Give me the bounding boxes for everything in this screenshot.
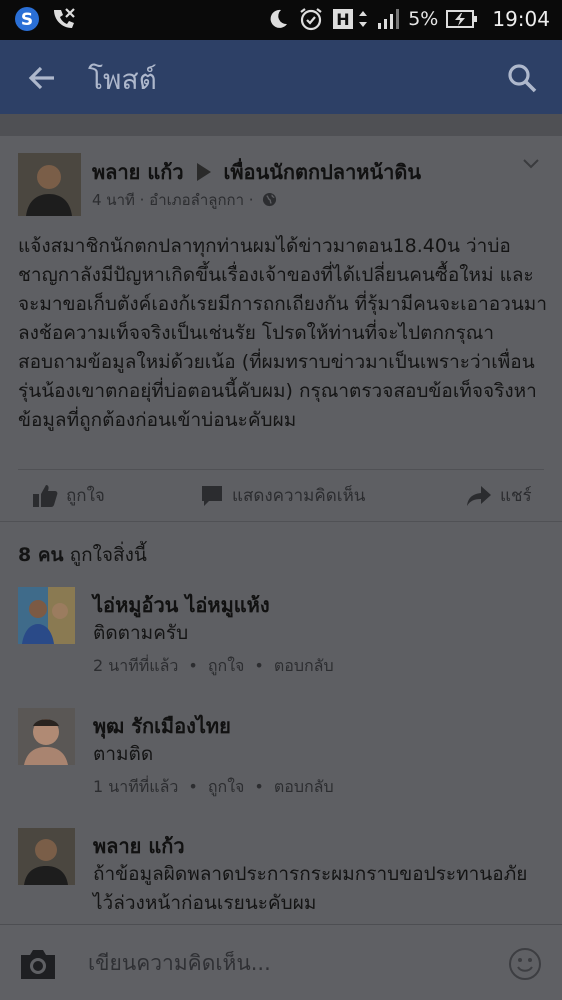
- likes-summary[interactable]: 8 คน ถูกใจสิ่งนี้: [18, 540, 147, 570]
- skype-icon: S: [15, 7, 39, 31]
- search-icon[interactable]: [504, 60, 540, 96]
- separator-dot: •: [254, 777, 264, 796]
- comment-reply-link[interactable]: ตอบกลับ: [274, 656, 334, 675]
- globe-icon: [263, 192, 277, 207]
- comment-text: ตามติด: [93, 743, 154, 765]
- comment-input[interactable]: [88, 951, 468, 975]
- battery-percent: 5%: [408, 8, 439, 30]
- comments-section: 8 คน ถูกใจสิ่งนี้ ไอ่หมูอ้วน ไอ่หมูแห้ง …: [0, 521, 562, 924]
- comment-meta: 1 นาทีที่แล้ว • ถูกใจ • ตอบกลับ: [93, 775, 334, 800]
- commenter-avatar[interactable]: [18, 708, 75, 765]
- camera-icon[interactable]: [18, 947, 58, 981]
- like-button[interactable]: ถูกใจ: [32, 482, 105, 509]
- commenter-name[interactable]: พุฒ รักเมืองไทย: [93, 710, 231, 742]
- post-meta-text: 4 นาที · อำเภอลำลูกกา ·: [92, 191, 254, 209]
- app-bar: โพสต์: [0, 40, 562, 114]
- comment-like-link[interactable]: ถูกใจ: [208, 777, 245, 796]
- post-meta: 4 นาที · อำเภอลำลูกกา ·: [92, 188, 277, 212]
- divider: [18, 469, 544, 470]
- comment-meta: 2 นาทีที่แล้ว • ถูกใจ • ตอบกลับ: [93, 654, 334, 679]
- comment-text: ถ้าข้อมูลผิดพลาดประการกระผมกราบขอประทานอ…: [93, 863, 528, 914]
- thumbs-up-icon: [33, 484, 58, 507]
- share-icon: [467, 485, 491, 506]
- triangle-arrow-icon: [196, 163, 211, 181]
- comment-time: 2 นาทีที่แล้ว: [93, 656, 179, 675]
- h-network-icon: H: [333, 9, 368, 29]
- missed-call-icon: [54, 8, 75, 28]
- comment-composer: [0, 924, 562, 1000]
- separator-dot: •: [188, 656, 198, 675]
- share-label: แชร์: [500, 486, 532, 506]
- comment-label: แสดงความคิดเห็น: [232, 486, 366, 506]
- author-avatar[interactable]: [18, 153, 81, 216]
- comment-text: ติดตามครับ: [93, 622, 189, 644]
- comment-time: 1 นาทีที่แล้ว: [93, 777, 179, 796]
- svg-text:H: H: [337, 10, 350, 29]
- comment-icon: [202, 485, 222, 506]
- separator-dot: •: [254, 656, 264, 675]
- svg-text:S: S: [21, 10, 33, 30]
- clock: 19:04: [492, 7, 550, 31]
- share-button[interactable]: แชร์: [466, 482, 532, 509]
- author-name[interactable]: พลาย แก้ว: [92, 160, 184, 184]
- comment-reply-link[interactable]: ตอบกลับ: [274, 777, 334, 796]
- likes-count: 8 คน: [18, 544, 64, 566]
- post-body: แจ้งสมาชิกนักตกปลาทุกท่านผมได้ข่าวมาตอน1…: [18, 235, 548, 431]
- comment-button[interactable]: แสดงความคิดเห็น: [200, 482, 365, 509]
- page-title: โพสต์: [88, 63, 157, 96]
- commenter-avatar[interactable]: [18, 587, 75, 644]
- post-actions: ถูกใจ แสดงความคิดเห็น แชร์: [0, 476, 562, 516]
- moon-icon: [270, 9, 288, 28]
- separator-strip: [0, 114, 562, 136]
- separator-dot: •: [188, 777, 198, 796]
- signal-icon: [378, 9, 400, 29]
- likes-label: ถูกใจสิ่งนี้: [69, 544, 147, 566]
- group-name[interactable]: เพื่อนนักตกปลาหน้าดิน: [224, 160, 422, 184]
- chevron-down-icon[interactable]: [522, 158, 540, 170]
- alarm-icon: [300, 8, 322, 31]
- back-arrow-icon[interactable]: [24, 60, 60, 96]
- commenter-name[interactable]: พลาย แก้ว: [93, 830, 185, 862]
- commenter-avatar[interactable]: [18, 828, 75, 885]
- battery-charging-icon: [446, 10, 478, 28]
- status-bar: S H 5% 19:04: [0, 0, 562, 40]
- post-card: พลาย แก้ว เพื่อนนักตกปลาหน้าดิน 4 นาที ·…: [0, 136, 562, 521]
- comment-like-link[interactable]: ถูกใจ: [208, 656, 245, 675]
- post-author-line: พลาย แก้ว เพื่อนนักตกปลาหน้าดิน: [92, 156, 421, 188]
- commenter-name[interactable]: ไอ่หมูอ้วน ไอ่หมูแห้ง: [93, 589, 270, 621]
- emoji-icon[interactable]: [508, 947, 542, 981]
- like-label: ถูกใจ: [66, 486, 105, 506]
